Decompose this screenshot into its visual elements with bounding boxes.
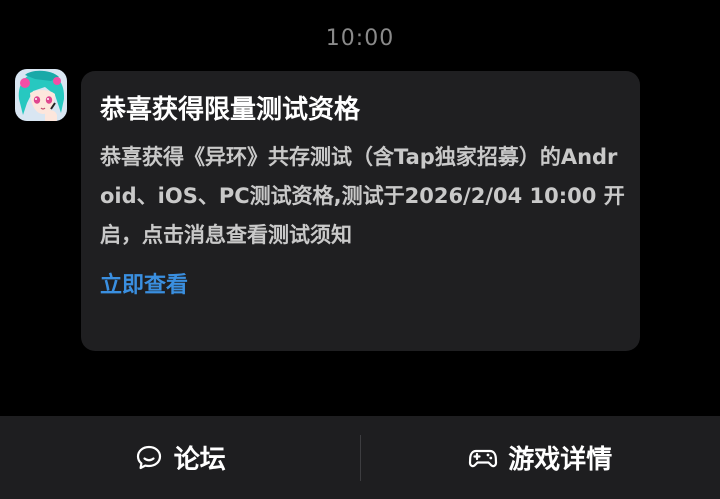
forum-label: 论坛 <box>173 445 226 475</box>
chat-screen: 10:00 恭喜获得限量测试资格 恭喜获得《异环》共存测试（含Tap独家招募）的… <box>0 0 720 499</box>
notification-title: 恭喜获得限量测试资格 <box>100 95 361 125</box>
message-timestamp: 10:00 <box>325 26 395 51</box>
game-character-avatar-icon <box>15 69 67 121</box>
notification-body: 恭喜获得《异环》共存测试（含Tap独家招募）的Android、iOS、PC测试资… <box>100 145 625 247</box>
bottom-action-bar: 论坛 游戏详情 <box>0 416 720 499</box>
game-details-button[interactable]: 游戏详情 <box>361 416 720 499</box>
view-now-link[interactable]: 立即查看 <box>100 267 188 299</box>
app-avatar[interactable] <box>15 69 67 121</box>
gamepad-icon <box>469 449 498 467</box>
notification-card[interactable]: 恭喜获得限量测试资格 恭喜获得《异环》共存测试（含Tap独家招募）的Androi… <box>81 71 640 351</box>
forum-chat-icon <box>136 445 161 469</box>
game-details-label: 游戏详情 <box>508 445 613 475</box>
forum-button[interactable]: 论坛 <box>0 416 360 499</box>
